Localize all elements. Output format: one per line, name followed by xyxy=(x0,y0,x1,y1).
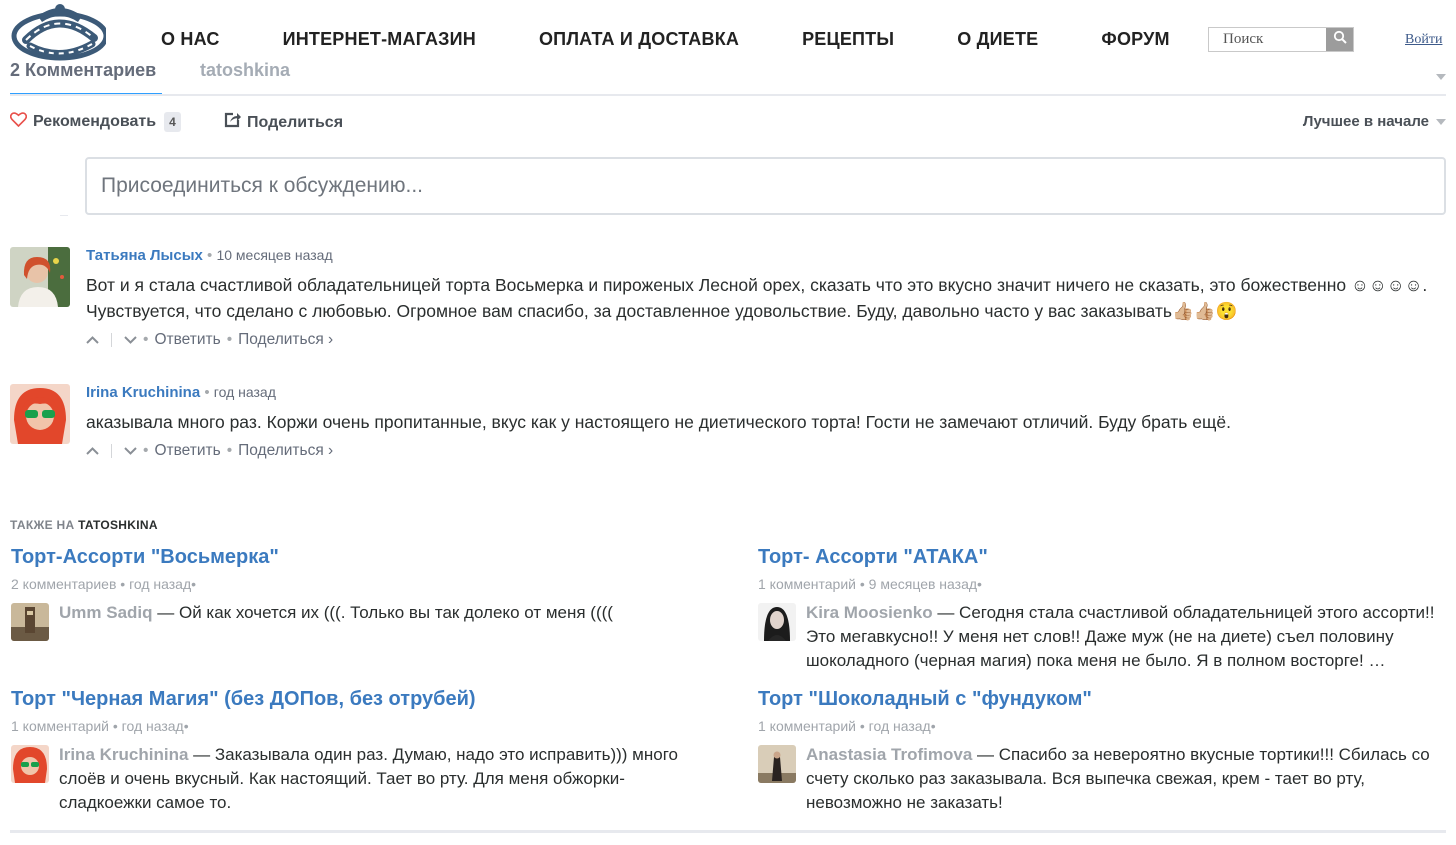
recommendation-author: Irina Kruchinina xyxy=(59,745,189,764)
comment-input[interactable] xyxy=(87,159,1444,213)
separator-bullet: • xyxy=(207,247,213,264)
recommendation-item: Торт "Шоколадный с "фундуком" 1 коммента… xyxy=(758,688,1448,818)
upvote-button[interactable] xyxy=(86,442,99,460)
comment-author[interactable]: Irina Kruchinina xyxy=(86,384,200,401)
also-on-site[interactable]: TATOSHKINA xyxy=(78,518,158,532)
comment-text: Вот и я стала счастливой обладательницей… xyxy=(86,275,1428,321)
separator-bullet: • xyxy=(226,331,233,348)
recommend-button[interactable]: Рекомендовать 4 xyxy=(9,112,181,132)
nav-item-forum[interactable]: ФОРУМ xyxy=(1101,29,1169,50)
sort-dropdown[interactable]: Лучшее в начале xyxy=(1303,112,1446,130)
vote-divider xyxy=(111,333,112,347)
arrow-down-icon xyxy=(124,331,137,349)
discussion-actions: Рекомендовать 4 Поделиться Лучшее в нача… xyxy=(9,112,1446,136)
share-icon xyxy=(224,112,241,133)
nav-item-recipes[interactable]: РЕЦЕПТЫ xyxy=(802,29,894,50)
recommendation-title[interactable]: Торт-Ассорти "Восьмерка" xyxy=(11,546,279,569)
arrow-down-icon xyxy=(124,442,137,460)
footer-divider xyxy=(10,830,1446,833)
chevron-down-icon[interactable] xyxy=(1436,67,1446,85)
comment-footer: • Ответить • Поделиться › xyxy=(86,331,333,349)
recommendation-meta: 1 комментарий • 9 месяцев назад• xyxy=(758,576,982,592)
avatar[interactable] xyxy=(10,247,70,307)
arrow-up-icon xyxy=(86,442,99,460)
nav-item-payment-delivery[interactable]: ОПЛАТА И ДОСТАВКА xyxy=(539,29,739,50)
avatar[interactable] xyxy=(758,745,796,783)
search-input[interactable] xyxy=(1209,28,1327,51)
discussion-tabs: 2 Комментариев tatoshkina xyxy=(10,58,1446,98)
downvote-button[interactable] xyxy=(124,331,137,349)
recommendation-author: Umm Sadiq xyxy=(59,603,153,622)
nav-item-diet[interactable]: О ДИЕТЕ xyxy=(957,29,1038,50)
share-label: Поделиться xyxy=(247,113,344,131)
recommendation-item: Торт "Черная Магия" (без ДОПов, без отру… xyxy=(11,688,701,818)
site-logo[interactable] xyxy=(8,2,109,64)
comment-time[interactable]: год назад xyxy=(214,384,276,400)
avatar[interactable] xyxy=(11,745,49,783)
reply-link[interactable]: Ответить xyxy=(154,331,220,349)
avatar[interactable] xyxy=(11,603,49,641)
comment-composer xyxy=(85,157,1446,215)
separator-bullet: • xyxy=(204,384,210,401)
login-link[interactable]: Войти xyxy=(1405,32,1442,48)
chevron-down-icon xyxy=(1436,112,1446,130)
comment-header: Irina Kruchinina • год назад xyxy=(86,384,276,401)
separator-bullet: • xyxy=(143,442,149,459)
search-box xyxy=(1208,27,1354,52)
recommendation-author: Anastasia Trofimova xyxy=(806,745,973,764)
main-nav: О НАС ИНТЕРНЕТ-МАГАЗИН ОПЛАТА И ДОСТАВКА… xyxy=(161,29,1170,50)
recommend-label: Рекомендовать xyxy=(33,113,157,130)
share-link[interactable]: Поделиться › xyxy=(238,442,333,460)
comment-text: аказывала много раз. Коржи очень пропита… xyxy=(86,412,1231,432)
share-link[interactable]: Поделиться › xyxy=(238,331,333,349)
recommendation-excerpt[interactable]: Kira Moosienko — Сегодня стала счастливо… xyxy=(806,601,1456,673)
comment-footer: • Ответить • Поделиться › xyxy=(86,442,333,460)
separator-bullet: • xyxy=(226,442,233,459)
recommendation-excerpt[interactable]: Umm Sadiq — Ой как хочется их (((. Тольк… xyxy=(59,601,709,625)
comment-author[interactable]: Татьяна Лысых xyxy=(86,247,203,264)
vote-divider xyxy=(111,444,112,458)
upvote-button[interactable] xyxy=(86,331,99,349)
arrow-up-icon xyxy=(86,331,99,349)
share-button[interactable]: Поделиться xyxy=(224,112,343,133)
avatar[interactable] xyxy=(758,603,796,641)
also-on-prefix: ТАКЖЕ НА xyxy=(10,518,75,532)
recommendation-title[interactable]: Торт "Черная Магия" (без ДОПов, без отру… xyxy=(11,688,476,711)
tab-comments-count[interactable]: 2 Комментариев xyxy=(10,60,156,81)
nav-item-about[interactable]: О НАС xyxy=(161,29,220,50)
recommendation-item: Торт- Ассорти "АТАКА" 1 комментарий • 9 … xyxy=(758,546,1448,676)
recommendation-title[interactable]: Торт- Ассорти "АТАКА" xyxy=(758,546,988,569)
also-on-heading: ТАКЖЕ НА TATOSHKINA xyxy=(10,518,158,532)
reply-link[interactable]: Ответить xyxy=(154,442,220,460)
nav-item-shop[interactable]: ИНТЕРНЕТ-МАГАЗИН xyxy=(283,29,476,50)
recommendation-meta: 2 комментариев • год назад• xyxy=(11,576,197,592)
sort-label: Лучшее в начале xyxy=(1302,112,1429,130)
recommendation-meta: 1 комментарий • год назад• xyxy=(758,718,936,734)
recommendation-text: — Ой как хочется их (((. Только вы так д… xyxy=(152,603,613,622)
downvote-button[interactable] xyxy=(124,442,137,460)
recommendation-excerpt[interactable]: Irina Kruchinina — Заказывала один раз. … xyxy=(59,743,709,815)
comment-header: Татьяна Лысых • 10 месяцев назад xyxy=(86,247,333,264)
recommendation-meta: 1 комментарий • год назад• xyxy=(11,718,189,734)
recommendation-item: Торт-Ассорти "Восьмерка" 2 комментариев … xyxy=(11,546,701,646)
recommendation-title[interactable]: Торт "Шоколадный с "фундуком" xyxy=(758,688,1092,711)
recommendation-author: Kira Moosienko xyxy=(806,603,933,622)
avatar[interactable] xyxy=(10,384,70,444)
search-icon xyxy=(1333,30,1347,49)
tab-community[interactable]: tatoshkina xyxy=(200,60,290,81)
heart-icon xyxy=(9,112,28,132)
tabs-divider xyxy=(10,94,1446,96)
search-button[interactable] xyxy=(1326,28,1353,51)
recommend-count-badge: 4 xyxy=(164,112,181,132)
comment-time[interactable]: 10 месяцев назад xyxy=(216,247,332,263)
composer-avatar-placeholder xyxy=(60,215,68,216)
recommendation-excerpt[interactable]: Anastasia Trofimova — Спасибо за невероя… xyxy=(806,743,1456,815)
separator-bullet: • xyxy=(143,331,149,348)
